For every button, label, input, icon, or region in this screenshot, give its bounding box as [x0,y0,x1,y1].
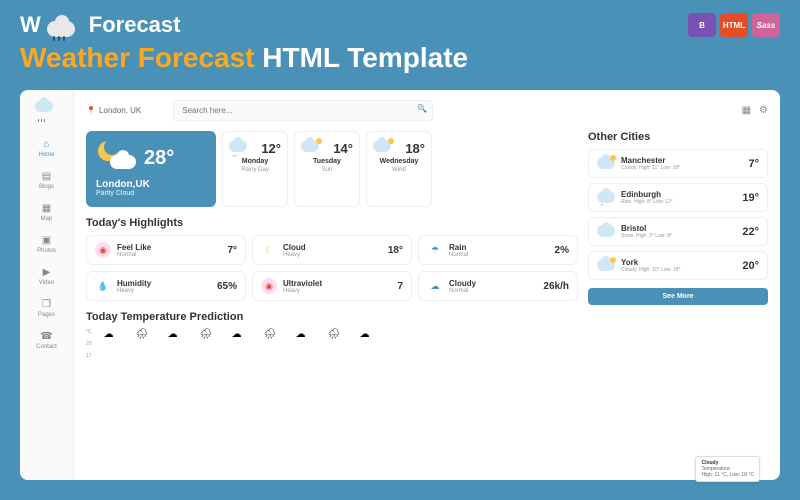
pred-icon: ☁ [104,329,118,341]
city-weather-icon [597,157,615,171]
sidebar-item-video[interactable]: ▶Video [39,266,54,286]
city-manchester[interactable]: ManchesterCloudy. High: 11° Low: 18° 7° [588,149,768,178]
pred-icon: ☁ [168,329,182,341]
highlights-title: Today's Highlights [86,217,578,229]
rain-drop-icon: ☂ [427,242,443,258]
pred-icon: 🌧 [136,329,150,341]
current-location: London,UK [96,179,150,190]
highlight-uv: ◉ UltravioletHeavy 7 [252,271,412,301]
highlight-rain: ☂ RainNormal 2% [418,235,578,265]
sass-badge: Sass [752,13,780,37]
city-york[interactable]: YorkCloudy. High: 10° Low: 18° 20° [588,251,768,280]
pin-icon: 📍 [86,106,96,115]
moon-icon: ☾ [261,242,277,258]
settings-icon[interactable]: ⚙ [759,105,768,116]
dashboard: ⌂Home ▤Blogs ▦Map ▣Photos ▶Video ❐Pages … [20,90,780,480]
location-display[interactable]: 📍 London, UK [86,106,141,115]
cloud-rain-icon [47,13,83,37]
sidebar-item-blogs[interactable]: ▤Blogs [39,170,54,190]
sidebar-item-home[interactable]: ⌂Home [38,138,54,158]
banner-title: Weather Forecast HTML Template [20,42,780,74]
humidity-icon: 💧 [95,278,111,294]
pred-icon: 🌧 [264,329,278,341]
uv-icon: ◉ [261,278,277,294]
home-icon: ⌂ [40,138,52,150]
city-weather-icon [597,225,615,239]
prediction-title: Today Temperature Prediction [86,311,578,323]
sidebar-logo-icon [35,100,59,118]
brand-logo: W Forecast [20,12,180,38]
current-temp: 28° [144,147,174,170]
map-icon: ▦ [41,202,53,214]
wind-cloud-icon [373,140,393,156]
calendar-icon[interactable]: ▦ [742,105,751,116]
city-bristol[interactable]: BristolSnow. High: 2° Low: 8° 22° [588,217,768,246]
forecast-card-wednesday[interactable]: 18° Wednesday Wind [366,131,432,207]
current-description: Partly Cloud [96,190,150,197]
cloud-icon: ☁ [427,278,443,294]
search-input[interactable] [173,100,433,121]
prediction-chart: ☁ 🌧 ☁ 🌧 ☁ 🌧 ☁ 🌧 ☁ [96,329,578,341]
city-edinburgh[interactable]: ❜❜ EdinburghRain. High: 8° Low: 12° 19° [588,183,768,212]
blogs-icon: ▤ [40,170,52,182]
sidebar: ⌂Home ▤Blogs ▦Map ▣Photos ▶Video ❐Pages … [20,90,74,480]
sun-cloud-icon [301,140,321,156]
bootstrap-badge: B [688,13,716,37]
city-weather-icon: ❜❜ [597,191,615,205]
rain-icon: ❜❜❜ [229,140,249,156]
search-icon[interactable]: 🔍 [417,104,427,113]
highlight-cloudy: ☁ CloudyNormal 26k/h [418,271,578,301]
sidebar-item-photos[interactable]: ▣Photos [37,234,56,254]
cities-title: Other Cities [588,131,768,143]
logo-letter: W [20,12,41,38]
moon-cloud-icon [96,141,136,171]
pred-icon: 🌧 [328,329,342,341]
highlight-humidity: 💧 HumidityHeavy 65% [86,271,246,301]
video-icon: ▶ [41,266,53,278]
photos-icon: ▣ [41,234,53,246]
contact-icon: ☎ [41,330,53,342]
pred-icon: 🌧 [200,329,214,341]
topbar: 📍 London, UK 🔍 ▦ ⚙ [86,100,768,121]
sidebar-item-pages[interactable]: ❐Pages [38,298,55,318]
logo-word: Forecast [89,12,181,38]
forecast-card-monday[interactable]: ❜❜❜ 12° Monday Rainy Day [222,131,288,207]
current-weather-card: 28° London,UK Partly Cloud [86,131,216,207]
see-more-button[interactable]: See More [588,288,768,305]
pages-icon: ❐ [40,298,52,310]
city-weather-icon [597,259,615,273]
html-badge: HTML [720,13,748,37]
highlight-cloud: ☾ CloudHeavy 18° [252,235,412,265]
chart-tooltip: Cloudy Temperature: High: 11 °C, Low: 18… [695,456,760,482]
pred-icon: ☁ [232,329,246,341]
compass-icon: ◉ [95,242,111,258]
forecast-card-tuesday[interactable]: 14° Tuesday Sun [294,131,360,207]
tech-badges: B HTML Sass [688,13,780,37]
temp-axis: °C 20 17 [86,329,92,359]
search-container: 🔍 [173,100,433,121]
highlight-feel-like: ◉ Feel LikeNormal 7° [86,235,246,265]
pred-icon: ☁ [360,329,374,341]
sidebar-item-map[interactable]: ▦Map [41,202,53,222]
sidebar-item-contact[interactable]: ☎Contact [36,330,57,350]
pred-icon: ☁ [296,329,310,341]
